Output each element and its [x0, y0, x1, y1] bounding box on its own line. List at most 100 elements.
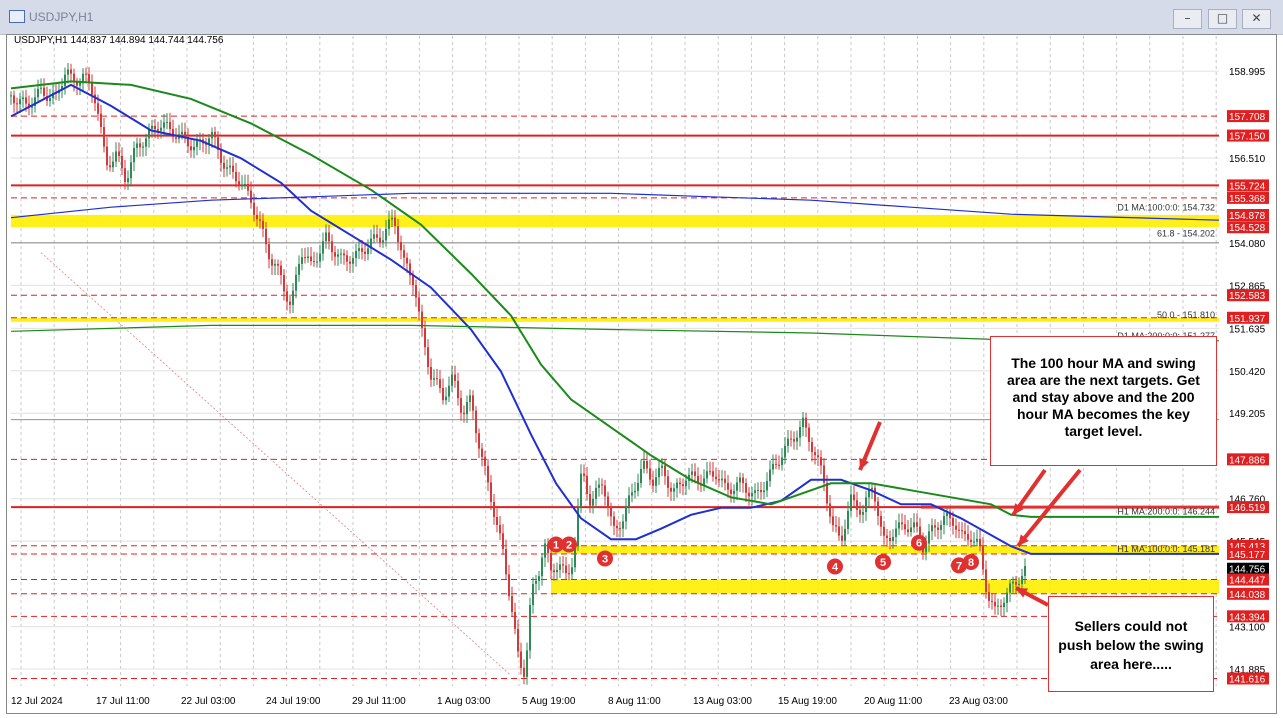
- price-tag-label: 144.447: [1229, 576, 1266, 587]
- candle-body: [940, 525, 942, 530]
- candle-body: [121, 155, 123, 169]
- candle-body: [295, 274, 297, 291]
- price-tag-label: 155.368: [1229, 194, 1266, 205]
- candle-body: [544, 543, 546, 558]
- candle-body: [556, 569, 558, 573]
- candle-body: [274, 263, 276, 266]
- candle-body: [352, 258, 354, 264]
- candle-body: [829, 503, 831, 517]
- candle-body: [322, 241, 324, 254]
- candle-body: [748, 492, 750, 497]
- candle-body: [523, 667, 525, 677]
- candle-body: [136, 143, 138, 148]
- candle-body: [265, 228, 267, 245]
- price-tag-label: 154.528: [1229, 223, 1266, 234]
- candle-body: [493, 501, 495, 517]
- y-tick-label: 150.420: [1229, 367, 1266, 378]
- candle-body: [226, 167, 228, 169]
- candle-body: [268, 244, 270, 260]
- candle-body: [874, 487, 876, 502]
- candle-body: [562, 564, 564, 566]
- candle-body: [289, 301, 291, 305]
- candle-body: [22, 97, 24, 100]
- candle-body: [769, 469, 771, 482]
- price-tag-label: 151.937: [1229, 314, 1266, 325]
- x-tick-label: 23 Aug 03:00: [949, 696, 1008, 707]
- candle-body: [970, 539, 972, 543]
- candle-body: [589, 493, 591, 506]
- candle-body: [1012, 581, 1014, 584]
- candle-body: [985, 569, 987, 592]
- level-label: H1 MA:100:0:0: 145.181: [1117, 544, 1215, 554]
- candle-body: [346, 255, 348, 262]
- support-zone: [11, 214, 1219, 228]
- candle-body: [331, 241, 333, 253]
- candle-body: [832, 516, 834, 526]
- candle-body: [694, 471, 696, 476]
- candle-body: [181, 131, 183, 135]
- candle-body: [712, 471, 714, 477]
- candle-body: [646, 460, 648, 469]
- candle-body: [163, 122, 165, 128]
- candle-body: [592, 498, 594, 506]
- candle-body: [214, 131, 216, 138]
- candle-body: [862, 512, 864, 515]
- candle-body: [496, 516, 498, 526]
- candle-body: [982, 546, 984, 570]
- candle-body: [379, 237, 381, 243]
- candle-body: [310, 256, 312, 262]
- candle-body: [541, 557, 543, 577]
- candle-body: [325, 232, 327, 242]
- candle-body: [784, 445, 786, 458]
- level-label: 61.8 - 154.202: [1157, 229, 1215, 239]
- candle-body: [361, 248, 363, 252]
- candle-body: [283, 275, 285, 292]
- candle-body: [958, 529, 960, 531]
- candle-body: [733, 490, 735, 494]
- candle-body: [706, 471, 708, 479]
- candle-body: [745, 483, 747, 493]
- candle-body: [742, 477, 744, 484]
- candle-body: [865, 497, 867, 513]
- candle-body: [517, 628, 519, 652]
- candle-body: [640, 468, 642, 483]
- candle-body: [877, 501, 879, 516]
- candle-body: [304, 257, 306, 259]
- y-tick-label: 149.205: [1229, 409, 1266, 420]
- candle-body: [967, 534, 969, 540]
- level-label: D1 MA:100:0:0: 154.732: [1117, 202, 1215, 212]
- candle-body: [373, 234, 375, 239]
- candle-body: [964, 531, 966, 535]
- candle-body: [532, 583, 534, 606]
- candle-body: [946, 513, 948, 517]
- candle-body: [655, 477, 657, 486]
- candle-body: [859, 509, 861, 515]
- touch-marker-label: 6: [916, 538, 922, 550]
- candle-body: [604, 485, 606, 497]
- candle-body: [277, 263, 279, 266]
- candle-body: [382, 240, 384, 243]
- candle-body: [16, 103, 18, 105]
- candle-body: [844, 528, 846, 541]
- candle-body: [961, 530, 963, 532]
- candle-body: [973, 541, 975, 543]
- candle-body: [799, 427, 801, 438]
- candle-body: [394, 217, 396, 227]
- candle-body: [793, 439, 795, 442]
- candle-body: [760, 489, 762, 493]
- candle-body: [475, 410, 477, 434]
- candle-body: [190, 146, 192, 151]
- y-tick-label: 143.100: [1229, 623, 1266, 634]
- candle-body: [778, 464, 780, 466]
- candle-body: [628, 495, 630, 507]
- candle-body: [262, 220, 264, 229]
- candle-body: [883, 526, 885, 536]
- candle-body: [676, 482, 678, 489]
- candle-body: [787, 438, 789, 446]
- candle-body: [79, 83, 81, 86]
- candle-body: [841, 535, 843, 541]
- candle-body: [109, 165, 111, 168]
- touch-marker-label: 1: [553, 539, 559, 551]
- candle-body: [391, 217, 393, 220]
- candle-body: [538, 576, 540, 581]
